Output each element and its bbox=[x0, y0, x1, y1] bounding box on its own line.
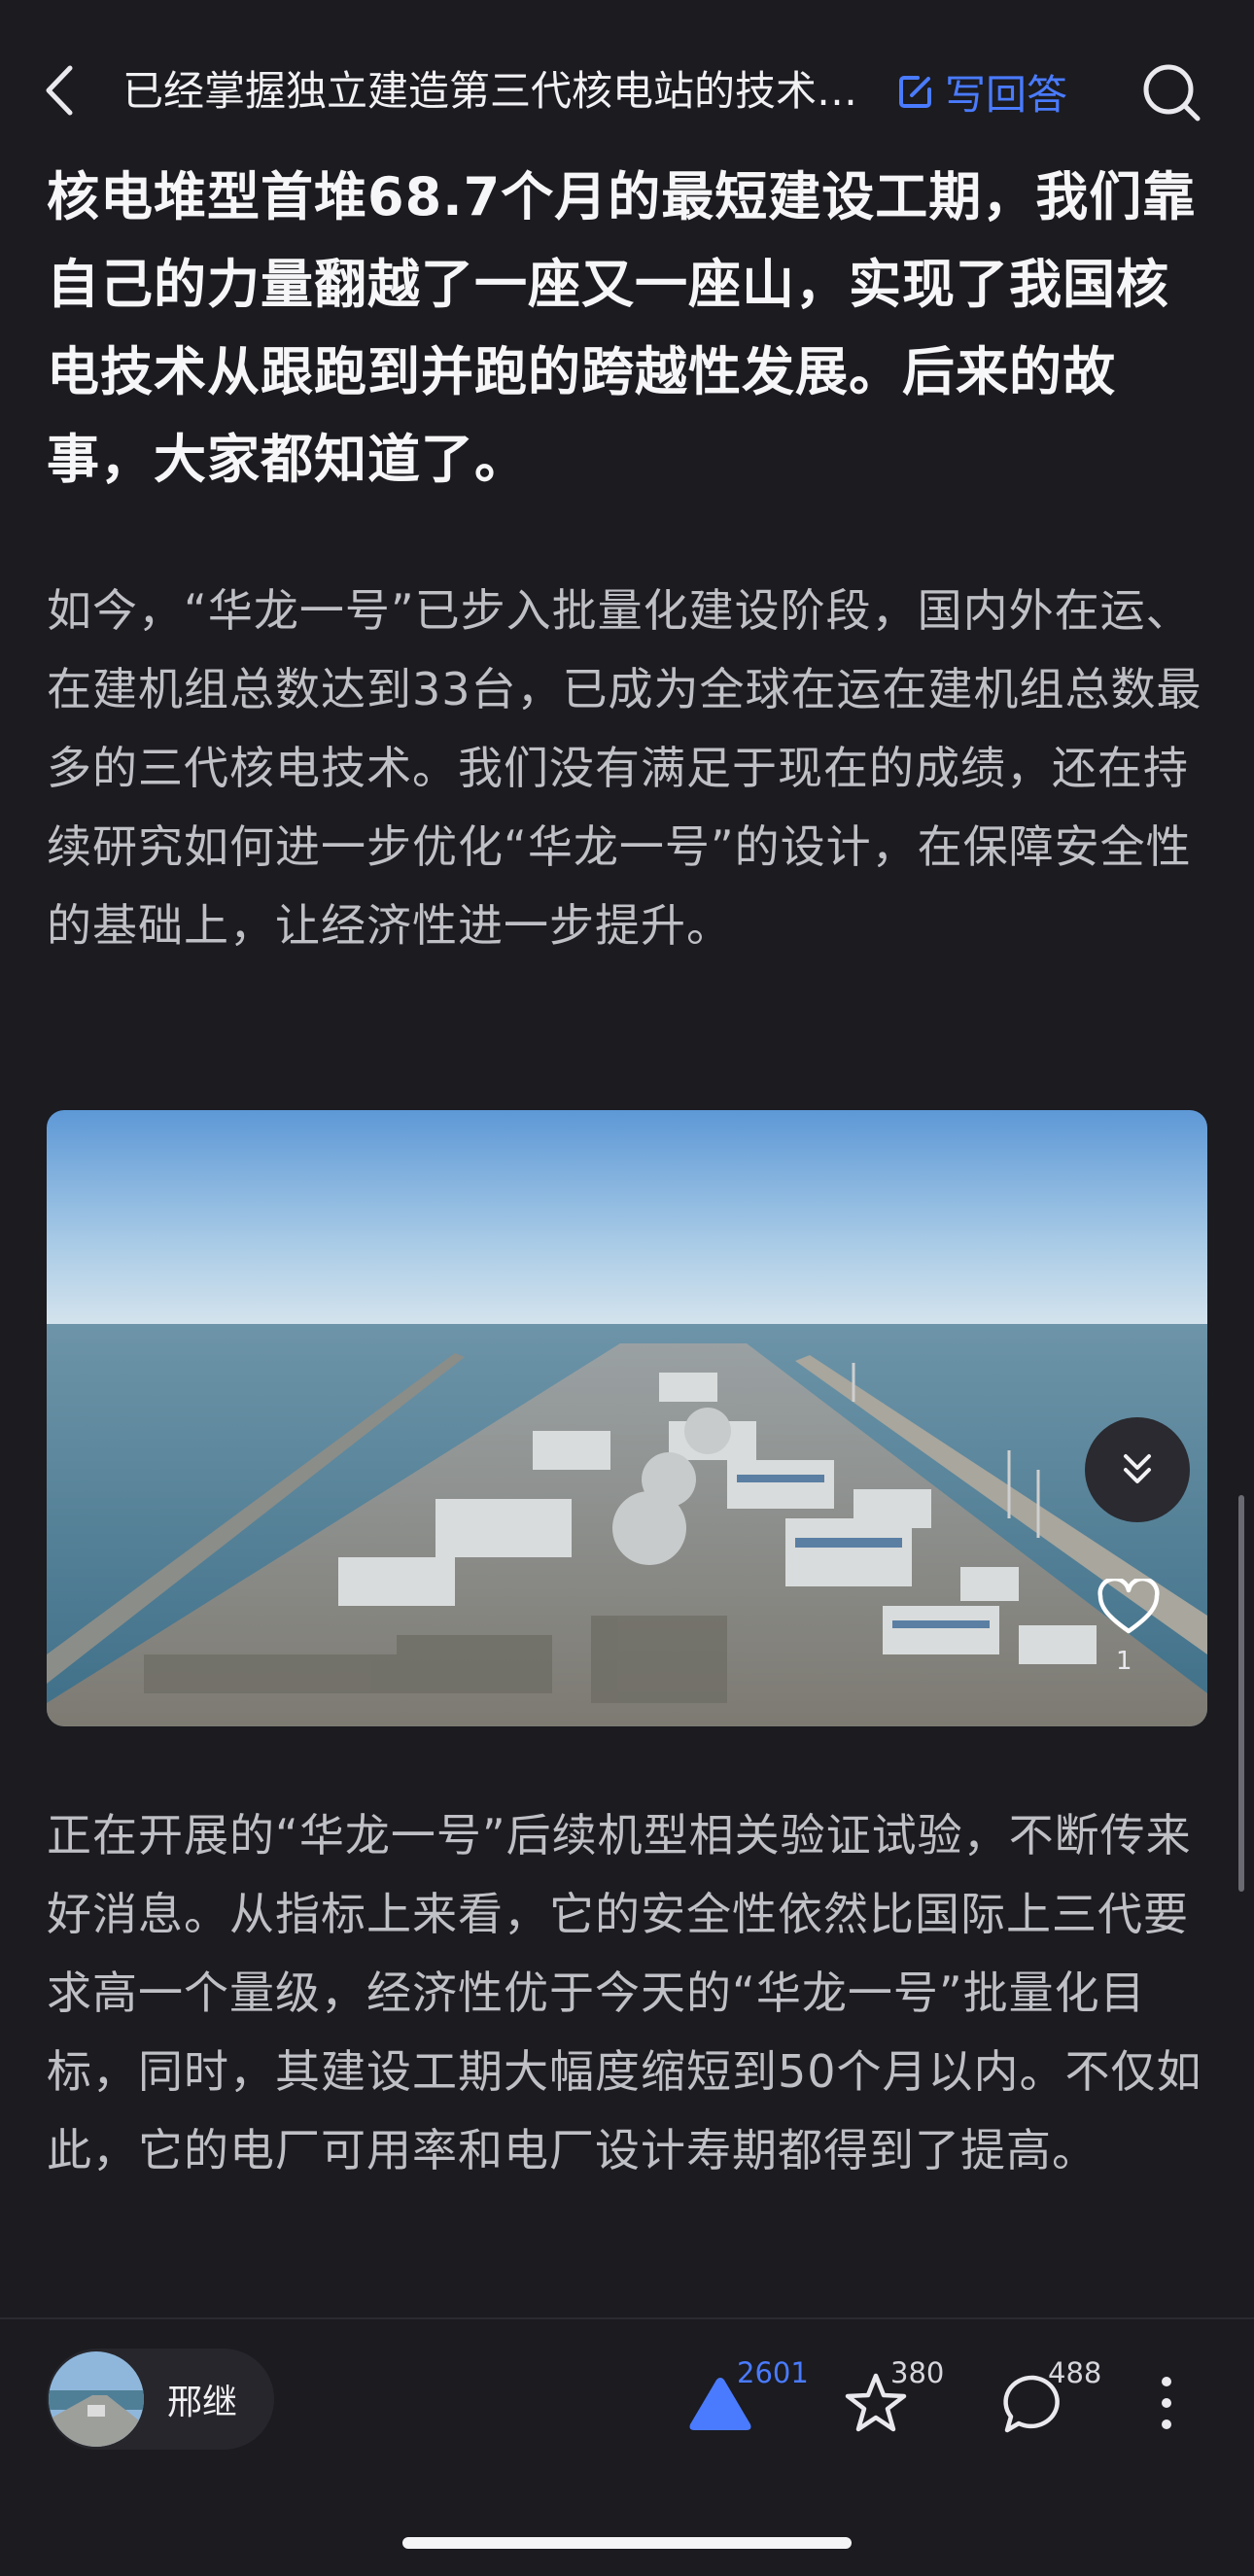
comment-button[interactable]: 488 bbox=[999, 2356, 1106, 2440]
more-vertical-icon bbox=[1162, 2377, 1171, 2429]
favorite-count: 380 bbox=[890, 2356, 945, 2389]
top-bar: 已经掌握独立建造第三代核电站的技术了吗？ 写回答 bbox=[0, 0, 1254, 146]
upvote-button[interactable]: 2601 bbox=[686, 2356, 809, 2440]
collapse-button[interactable] bbox=[1085, 1417, 1190, 1522]
scrollbar[interactable] bbox=[1238, 1495, 1244, 1892]
comment-count: 488 bbox=[1048, 2356, 1102, 2389]
answer-content: 核电堆型首堆68.7个月的最短建设工期，我们靠自己的力量翻越了一座又一座山，实现… bbox=[47, 146, 1203, 504]
home-indicator bbox=[402, 2537, 852, 2549]
question-title[interactable]: 已经掌握独立建造第三代核电站的技术了吗？ bbox=[122, 62, 881, 121]
nuclear-plant-photo[interactable] bbox=[47, 1110, 1207, 1726]
heart-icon bbox=[1097, 1577, 1160, 1634]
bold-paragraph: 核电堆型首堆68.7个月的最短建设工期，我们靠自己的力量翻越了一座又一座山，实现… bbox=[47, 166, 1197, 490]
author-name: 邢继 bbox=[167, 2383, 238, 2422]
avatar bbox=[49, 2351, 144, 2447]
write-answer-label: 写回答 bbox=[945, 70, 1068, 119]
image-like-button[interactable] bbox=[1095, 1577, 1163, 1656]
back-arrow-icon bbox=[46, 65, 73, 116]
double-chevron-down-icon bbox=[1124, 1454, 1151, 1483]
edit-icon bbox=[899, 76, 931, 108]
author-chip[interactable]: 邢继 bbox=[47, 2349, 274, 2450]
search-button[interactable] bbox=[1139, 60, 1203, 124]
paragraph-1: 如今，“华龙一号”已步入批量化建设阶段，国内外在运、在建机组总数达到33台，已成… bbox=[47, 584, 1202, 952]
image-like-count: 1 bbox=[1116, 1647, 1132, 1676]
favorite-button[interactable]: 380 bbox=[842, 2356, 949, 2440]
write-answer-button[interactable]: 写回答 bbox=[896, 60, 1067, 122]
more-button[interactable] bbox=[1147, 2362, 1186, 2440]
back-button[interactable] bbox=[37, 56, 86, 124]
upvote-count: 2601 bbox=[737, 2356, 809, 2389]
search-icon bbox=[1143, 64, 1201, 122]
paragraph-2: 正在开展的“华龙一号”后续机型相关验证试验，不断传来好消息。从指标上来看，它的安… bbox=[47, 1809, 1202, 2176]
